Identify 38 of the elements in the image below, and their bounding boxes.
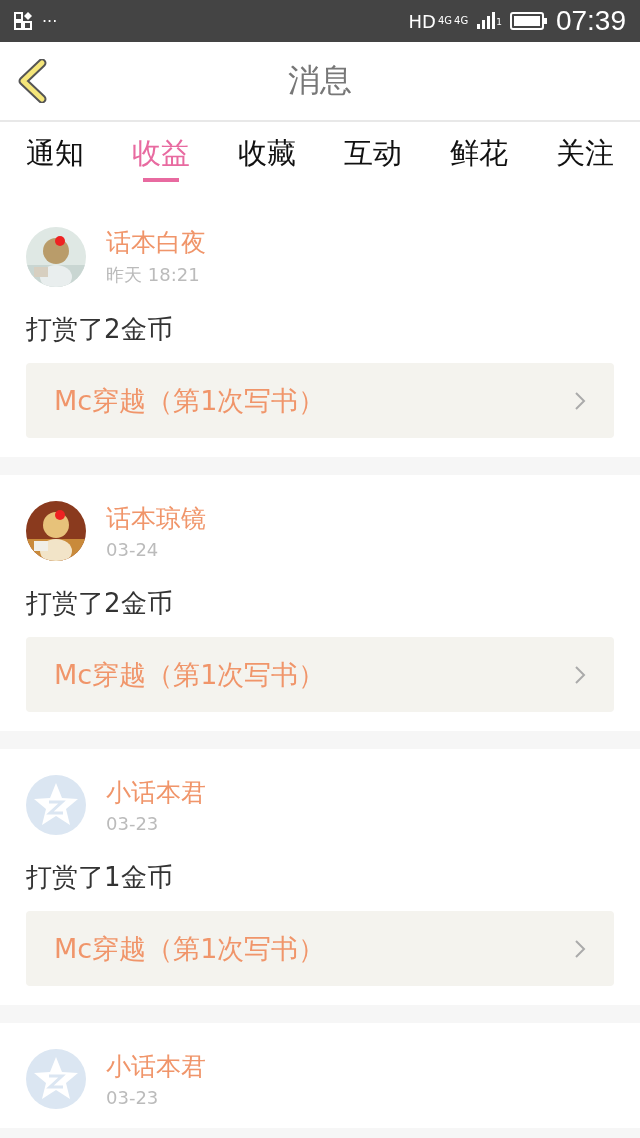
book-title: Mc穿越（第1次写书） xyxy=(54,931,326,966)
tab[interactable]: 关注 xyxy=(540,122,630,192)
avatar-icon xyxy=(26,775,86,835)
avatar-icon xyxy=(26,1049,86,1109)
tab[interactable]: 互动 xyxy=(328,122,418,192)
signal-icon xyxy=(476,12,497,30)
user-name[interactable]: 话本白夜 xyxy=(106,226,206,259)
user-name[interactable]: 话本琼镜 xyxy=(106,502,206,535)
sim-label: 1 xyxy=(496,17,502,27)
more-indicator: ··· xyxy=(42,11,58,31)
chevron-right-icon xyxy=(574,390,586,411)
user-name[interactable]: 小话本君 xyxy=(106,1050,206,1083)
apps-icon xyxy=(14,12,34,30)
book-title: Mc穿越（第1次写书） xyxy=(54,383,326,418)
network-label: 4G xyxy=(437,15,453,26)
message-text: 打赏了2金币 xyxy=(26,587,174,620)
message-time: 03-23 xyxy=(106,813,160,834)
chevron-right-icon xyxy=(574,938,586,959)
book-title: Mc穿越（第1次写书） xyxy=(54,657,326,692)
battery-icon xyxy=(509,12,548,30)
tab[interactable]: 收藏 xyxy=(222,122,312,192)
network-label: 4G xyxy=(454,15,469,26)
message-time: 03-23 xyxy=(106,1087,160,1108)
back-icon[interactable] xyxy=(16,59,48,103)
book-link[interactable]: Mc穿越（第1次写书） xyxy=(26,363,614,438)
clock: 07:39 xyxy=(555,5,626,37)
message-time: 昨天 18:21 xyxy=(106,263,201,287)
book-link[interactable]: Mc穿越（第1次写书） xyxy=(26,911,614,986)
tab[interactable]: 鲜花 xyxy=(434,122,524,192)
page-title: 消息 xyxy=(288,60,352,101)
hd-label: HD xyxy=(408,10,436,32)
message-time: 03-24 xyxy=(106,539,160,560)
tab[interactable]: 通知 xyxy=(10,122,100,192)
chevron-right-icon xyxy=(574,664,586,685)
message-text: 打赏了1金币 xyxy=(26,861,174,894)
book-link[interactable]: Mc穿越（第1次写书） xyxy=(26,637,614,712)
message-text: 打赏了2金币 xyxy=(26,313,174,346)
user-name[interactable]: 小话本君 xyxy=(106,776,206,809)
